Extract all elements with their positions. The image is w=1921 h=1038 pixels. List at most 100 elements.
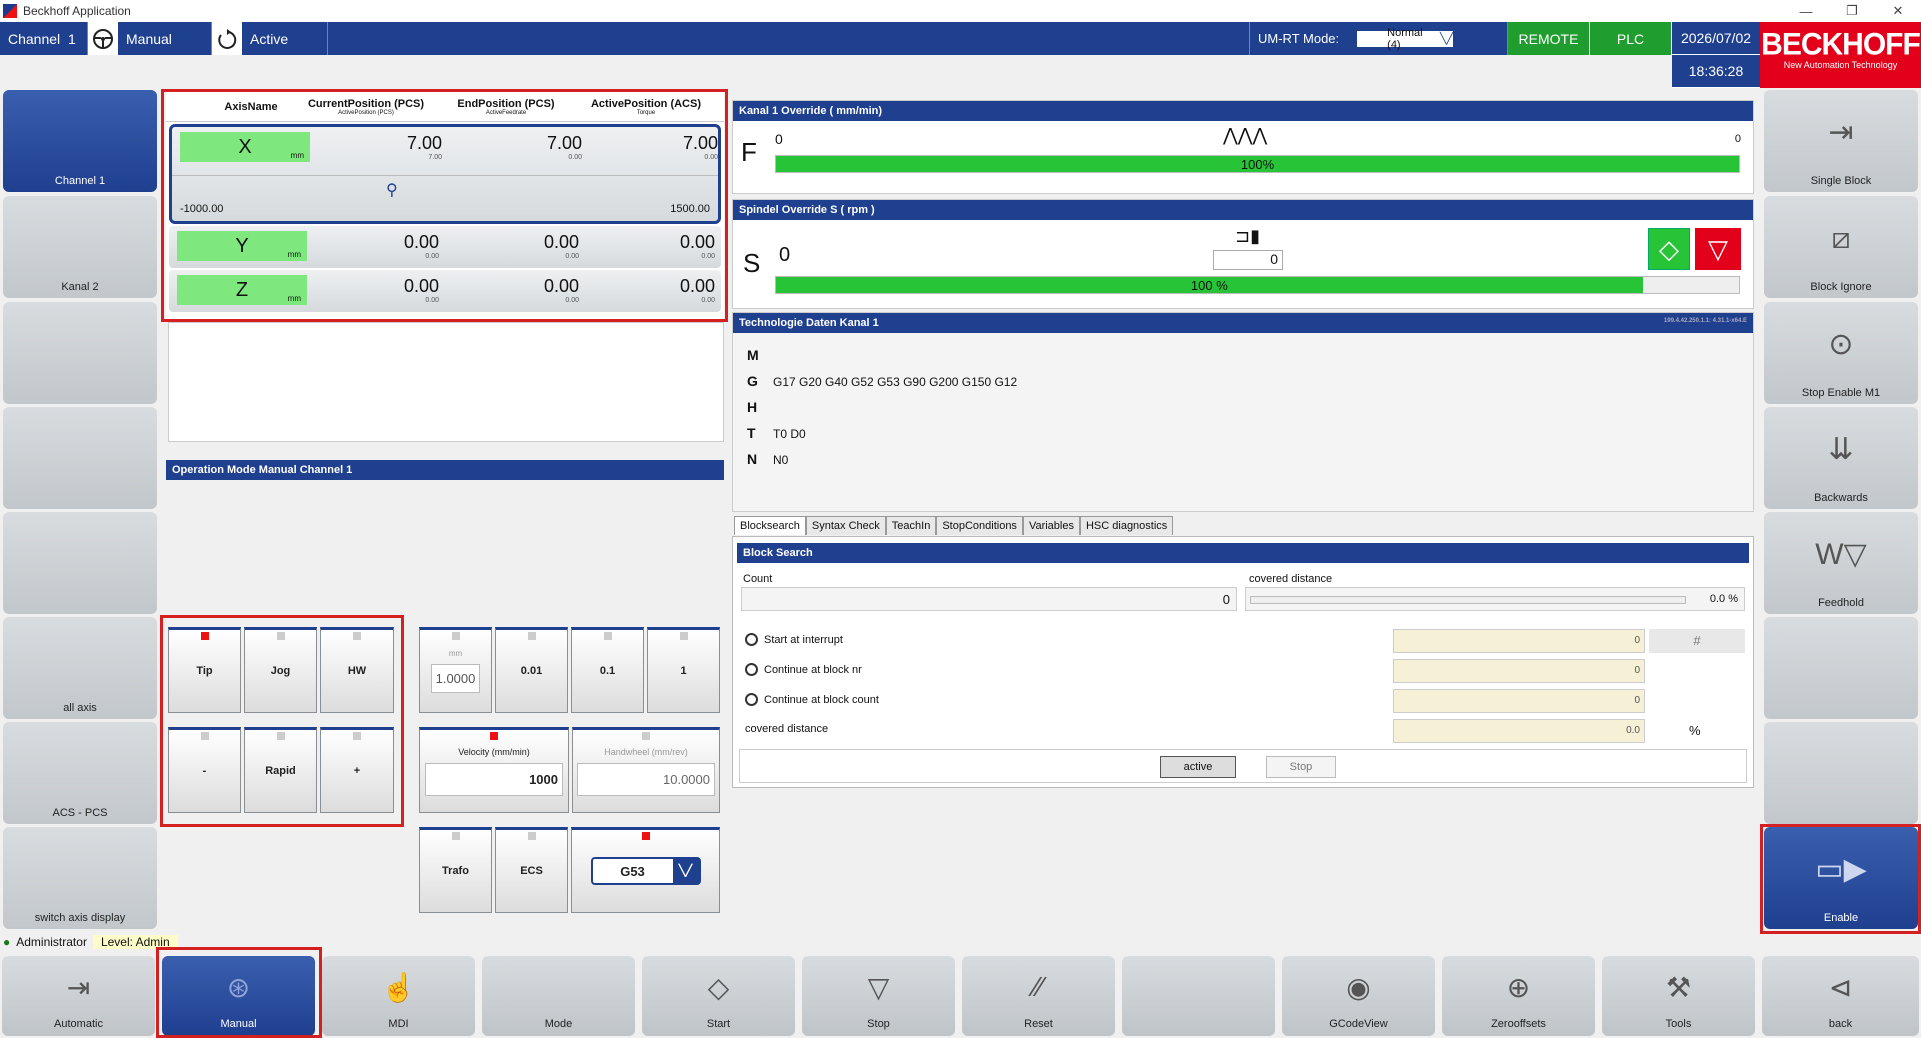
axis-row-z[interactable]: Zmm 0.00 0.00 0.00 0.00 0.00 0.00 xyxy=(169,270,721,312)
gcodeview-button[interactable]: ◉ GCodeView xyxy=(1282,956,1435,1036)
handwheel-control[interactable]: Handwheel (mm/rev) 10.0000 xyxy=(572,727,720,813)
step-01-button[interactable]: 0.1 xyxy=(571,627,644,713)
override-bar[interactable]: 100% xyxy=(775,155,1740,173)
count-field: 0 xyxy=(741,587,1237,611)
minimize-button[interactable]: — xyxy=(1783,0,1829,22)
led xyxy=(276,632,285,640)
radio-continue-block-nr[interactable]: Continue at block nr xyxy=(745,663,862,676)
side-button-empty-3[interactable] xyxy=(3,512,157,614)
spindle-start-icon[interactable]: ◇ xyxy=(1648,228,1690,270)
umrt-select[interactable]: Normal (4) ╲╱ xyxy=(1357,27,1454,51)
eye-icon: ◉ xyxy=(1346,971,1371,1003)
window-title: Beckhoff Application xyxy=(23,4,131,18)
step-input-button[interactable]: mm 1.0000 xyxy=(419,627,492,713)
axis-col-acs: ActivePosition (ACS) Torque xyxy=(576,92,716,121)
side-button-switch-axis[interactable]: switch axis display xyxy=(3,827,157,929)
side-button-empty-r1[interactable] xyxy=(1764,617,1918,719)
toolbar-label: Stop xyxy=(867,1018,890,1030)
feedhold-button[interactable]: W▽ Feedhold xyxy=(1764,512,1918,614)
spindle-bar[interactable]: 100 % xyxy=(775,276,1740,294)
zerooffsets-button[interactable]: ⊕ Zerooffsets xyxy=(1442,956,1595,1036)
close-button[interactable]: ✕ xyxy=(1875,0,1921,22)
enable-button[interactable]: ▭▶ Enable xyxy=(1764,827,1918,929)
tech-key: G xyxy=(747,373,758,389)
g53-select[interactable]: G53 ╲╱ xyxy=(590,857,701,885)
tab-teachin[interactable]: TeachIn xyxy=(885,516,937,535)
side-button-empty-r2[interactable] xyxy=(1764,722,1918,824)
radio-icon xyxy=(745,693,758,706)
trafo-button[interactable]: Trafo xyxy=(419,827,492,913)
hw-button[interactable]: HW xyxy=(320,627,394,713)
backwards-button[interactable]: ⇊ Backwards xyxy=(1764,407,1918,509)
radio-start-interrupt[interactable]: Start at interrupt xyxy=(745,633,843,646)
col-title: EndPosition (PCS) xyxy=(457,97,555,110)
block-count-field[interactable]: 0 xyxy=(1393,689,1645,713)
spindle-fill: 100 % xyxy=(776,277,1643,293)
axis-row-x[interactable]: Xmm 7.00 7.00 7.00 0.00 7.00 0.00 ⚲ -1000.0… xyxy=(169,124,721,224)
col-sub: ActivePosition (PCS) xyxy=(338,109,394,116)
g53-control[interactable]: G53 ╲╱ xyxy=(571,827,720,913)
mdi-icon: ☝ xyxy=(381,971,416,1003)
side-button-channel-1[interactable]: Channel 1 xyxy=(3,90,157,192)
axis-value: 7.00 7.00 xyxy=(342,133,442,161)
blocksearch-actions: active Stop xyxy=(739,749,1747,783)
axis-max: 1500.00 xyxy=(670,203,710,215)
automatic-button[interactable]: ⇥ Automatic xyxy=(2,956,155,1036)
velocity-control[interactable]: Velocity (mm/min) 1000 xyxy=(419,727,569,813)
tab-hsc-diagnostics[interactable]: HSC diagnostics xyxy=(1079,516,1174,535)
start-button[interactable]: ◇ Start xyxy=(642,956,795,1036)
spindle-stop-icon[interactable]: ▽ xyxy=(1695,228,1741,270)
side-button-acs-pcs[interactable]: ACS - PCS xyxy=(3,722,157,824)
steering-wheel-icon: ⊛ xyxy=(226,971,251,1003)
tip-button[interactable]: Tip xyxy=(168,627,241,713)
distance-field[interactable]: 0.0 xyxy=(1393,719,1645,743)
maximize-button[interactable]: ❐ xyxy=(1829,0,1875,22)
tab-stopconditions[interactable]: StopConditions xyxy=(936,516,1023,535)
tab-syntax-check[interactable]: Syntax Check xyxy=(805,516,886,535)
block-ignore-button[interactable]: ⧄ Block Ignore xyxy=(1764,196,1918,298)
ecs-button[interactable]: ECS xyxy=(495,827,568,913)
time: 18:36:28 xyxy=(1672,55,1760,88)
button-label: HW xyxy=(347,665,367,677)
reset-button[interactable]: ⁄⁄ Reset xyxy=(962,956,1115,1036)
step-001-button[interactable]: 0.01 xyxy=(495,627,568,713)
jog-button[interactable]: Jog xyxy=(244,627,317,713)
hash-button[interactable]: # xyxy=(1649,629,1745,653)
radio-continue-block-count[interactable]: Continue at block count xyxy=(745,693,879,706)
tools-button[interactable]: ⚒ Tools xyxy=(1602,956,1755,1036)
axis-row-y[interactable]: Ymm 0.00 0.00 0.00 0.00 0.00 0.00 xyxy=(169,226,721,268)
covered-bar xyxy=(1250,596,1686,604)
single-block-button[interactable]: ⇥ Single Block xyxy=(1764,90,1918,192)
led-on xyxy=(490,732,498,740)
minus-button[interactable]: - xyxy=(168,727,241,813)
back-button[interactable]: ⊲ back xyxy=(1762,956,1919,1036)
stop-search-button[interactable]: Stop xyxy=(1266,756,1336,778)
toolbar-empty-button[interactable] xyxy=(1122,956,1275,1036)
mode-button[interactable]: Mode xyxy=(482,956,635,1036)
tech-row: H xyxy=(747,395,1739,421)
rapid-button[interactable]: Rapid xyxy=(244,727,317,813)
stop-enable-m1-button[interactable]: ⊙ Stop Enable M1 xyxy=(1764,302,1918,404)
value-sub: 0.00 xyxy=(425,253,439,260)
spindle-title: Spindel Override S ( rpm ) xyxy=(733,200,1753,220)
interrupt-field[interactable]: 0 xyxy=(1393,629,1645,653)
override-percent: 100% xyxy=(1240,156,1275,172)
step-1-button[interactable]: 1 xyxy=(647,627,720,713)
tech-key: N xyxy=(747,451,758,467)
stop-button[interactable]: ▽ Stop xyxy=(802,956,955,1036)
side-button-all-axis[interactable]: all axis xyxy=(3,617,157,719)
tab-variables[interactable]: Variables xyxy=(1022,516,1080,535)
mdi-button[interactable]: ☝ MDI xyxy=(322,956,475,1036)
side-button-empty-1[interactable] xyxy=(3,302,157,404)
block-nr-field[interactable]: 0 xyxy=(1393,659,1645,683)
active-button[interactable]: active xyxy=(1160,756,1236,778)
side-button-kanal-2[interactable]: Kanal 2 xyxy=(3,196,157,298)
tab-blocksearch[interactable]: Blocksearch xyxy=(734,516,806,535)
plus-button[interactable]: + xyxy=(320,727,394,813)
axis-name-x: Xmm xyxy=(180,132,310,162)
side-button-empty-2[interactable] xyxy=(3,407,157,509)
step-unit: mm xyxy=(448,649,463,658)
manual-button[interactable]: ⊛ Manual xyxy=(162,956,315,1036)
axis-value: 0.00 0.00 xyxy=(339,276,439,304)
spindle-field[interactable]: 0 xyxy=(1213,250,1283,270)
